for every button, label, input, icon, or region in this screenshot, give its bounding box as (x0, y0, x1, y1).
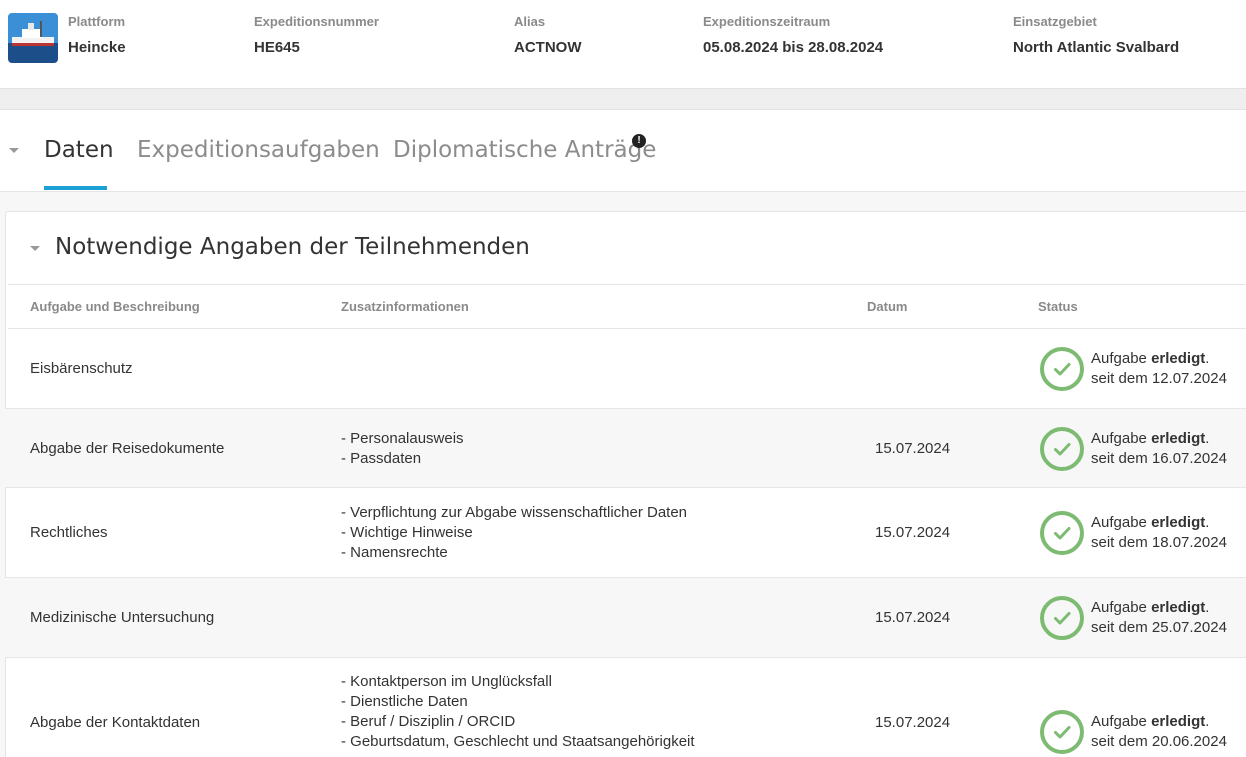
task-name: Rechtliches (30, 524, 108, 541)
expedition-header: Plattform Heincke Expeditionsnummer HE64… (0, 0, 1246, 88)
header-value: ACTNOW (514, 39, 582, 56)
column-header-status: Status (1038, 299, 1078, 314)
caret-down-icon[interactable] (9, 148, 19, 153)
column-header-date: Datum (867, 299, 908, 314)
additional-info: - Kontaktperson im Unglücksfall - Dienstl… (341, 672, 695, 752)
status-since: seit dem 25.07.2024 (1091, 619, 1227, 636)
active-tab-indicator (44, 186, 107, 190)
info-line: - Passdaten (341, 449, 422, 467)
status-text: Aufgabe erledigt. seit dem 20.06.2024 (1091, 712, 1227, 752)
info-line: - Geburtsdatum, Geschlecht und Staatsang… (341, 733, 695, 750)
header-label: Expeditionszeitraum (703, 14, 831, 29)
status-line: Aufgabe erledigt. (1091, 350, 1210, 367)
header-value: 05.08.2024 bis 28.08.2024 (703, 39, 884, 56)
task-date: 15.07.2024 (875, 714, 951, 731)
task-date: 15.07.2024 (875, 439, 951, 457)
header-label: Einsatzgebiet (1013, 14, 1097, 29)
info-line: - Personalausweis (341, 429, 464, 447)
status-line: Aufgabe erledigt. (1091, 429, 1210, 447)
status-line: Aufgabe erledigt. (1091, 514, 1210, 531)
check-circle-icon (1040, 710, 1084, 754)
status-since: seit dem 16.07.2024 (1091, 449, 1227, 467)
tab-diplomatische-antraege[interactable]: Diplomatische Anträge (393, 137, 656, 163)
info-line: - Kontaktperson im Unglücksfall (341, 673, 552, 690)
status-since: seit dem 20.06.2024 (1091, 733, 1227, 750)
info-line: - Namensrechte (341, 544, 448, 561)
header-divider-band (0, 88, 1246, 110)
header-field-region: Einsatzgebiet North Atlantic Svalbard (1013, 14, 1179, 57)
tab-daten[interactable]: Daten (44, 137, 114, 163)
status-text: Aufgabe erledigt. seit dem 25.07.2024 (1091, 598, 1227, 638)
tab-expeditionsaufgaben[interactable]: Expeditionsaufgaben (137, 137, 380, 163)
header-field-period: Expeditionszeitraum 05.08.2024 bis 28.08… (703, 14, 883, 57)
info-line: - Dienstliche Daten (341, 693, 468, 710)
header-field-expedition-number: Expeditionsnummer HE645 (254, 14, 379, 57)
header-value: North Atlantic Svalbard (1013, 39, 1180, 56)
status-since: seit dem 18.07.2024 (1091, 534, 1227, 551)
status-text: Aufgabe erledigt. seit dem 12.07.2024 (1091, 349, 1227, 389)
header-value: HE645 (254, 39, 300, 56)
status-line: Aufgabe erledigt. (1091, 599, 1210, 616)
additional-info: - Verpflichtung zur Abgabe wissenschaftl… (341, 503, 687, 563)
check-circle-icon (1040, 596, 1084, 640)
column-header-task: Aufgabe und Beschreibung (30, 299, 200, 314)
check-circle-icon (1040, 511, 1084, 555)
caret-down-icon[interactable] (30, 246, 40, 251)
section-title[interactable]: Notwendige Angaben der Teilnehmenden (55, 234, 530, 260)
column-header-info: Zusatzinformationen (341, 299, 469, 314)
status-line: Aufgabe erledigt. (1091, 713, 1210, 730)
header-label: Plattform (68, 14, 126, 29)
task-name: Medizinische Untersuchung (30, 609, 215, 626)
header-label: Alias (514, 14, 546, 29)
ship-thumbnail (8, 13, 58, 63)
check-circle-icon (1040, 426, 1084, 471)
status-since: seit dem 12.07.2024 (1091, 370, 1227, 387)
exclamation-badge-icon: ! (632, 134, 646, 148)
header-value: Heincke (68, 39, 126, 56)
info-line: - Verpflichtung zur Abgabe wissenschaftl… (341, 504, 688, 521)
task-name: Abgabe der Reisedokumente (30, 439, 225, 457)
info-line: - Wichtige Hinweise (341, 524, 473, 541)
task-name: Abgabe der Kontaktdaten (30, 714, 201, 731)
task-name: Eisbärenschutz (30, 360, 133, 377)
additional-info: - Personalausweis - Passdaten (341, 429, 464, 469)
task-date: 15.07.2024 (875, 524, 951, 541)
info-line: - Beruf / Disziplin / ORCID (341, 713, 516, 730)
status-text: Aufgabe erledigt. seit dem 16.07.2024 (1091, 429, 1227, 469)
status-text: Aufgabe erledigt. seit dem 18.07.2024 (1091, 513, 1227, 553)
header-label: Expeditionsnummer (254, 14, 379, 29)
header-field-platform: Plattform Heincke (68, 14, 126, 57)
header-field-alias: Alias ACTNOW (514, 14, 582, 57)
check-circle-icon (1040, 347, 1084, 391)
task-date: 15.07.2024 (875, 609, 951, 626)
